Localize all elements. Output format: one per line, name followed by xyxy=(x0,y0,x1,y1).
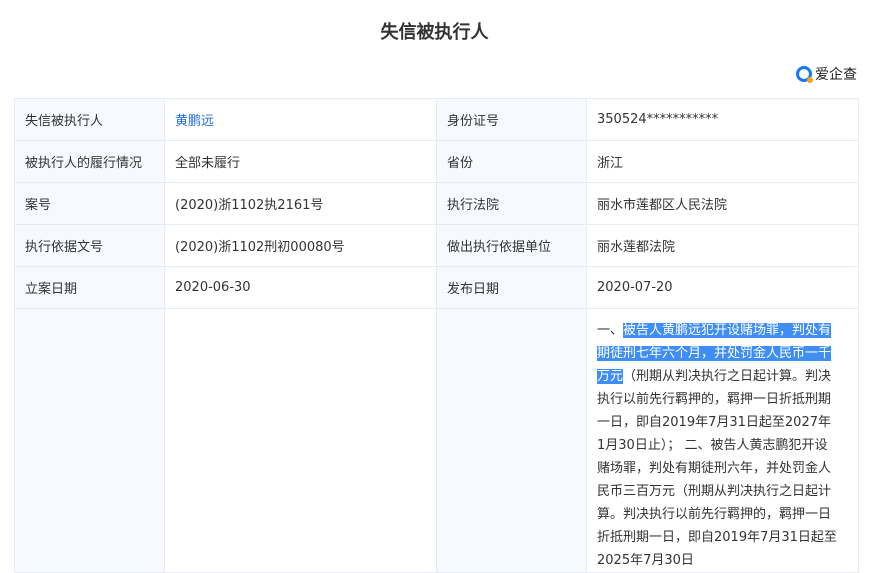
field-label: 被执行人的履行情况 xyxy=(14,140,165,183)
table-row: 立案日期 2020-06-30 发布日期 2020-07-20 xyxy=(14,266,859,309)
dishonest-info-table: 失信被执行人 黄鹏远 身份证号 350524*********** 被执行人的履… xyxy=(14,98,859,573)
search-logo-icon xyxy=(796,66,813,83)
legal-duty-text: 一、被告人黄鹏远犯开设赌场罪，判处有期徒刑七年六个月，并处罚金人民币一千万元（刑… xyxy=(597,309,837,572)
duty-prefix: 一、 xyxy=(597,323,624,338)
table-row: 被执行人的履行情况 全部未履行 省份 浙江 xyxy=(14,140,859,183)
field-value: 全部未履行 xyxy=(164,140,437,183)
field-value: 丽水莲都法院 xyxy=(586,224,859,267)
field-label: 案号 xyxy=(14,182,165,225)
aiqicha-logo[interactable]: 爱企查 xyxy=(796,64,857,84)
field-label: 立案日期 xyxy=(14,266,165,309)
field-value: 2020-06-30 xyxy=(164,266,437,309)
empty-value xyxy=(164,308,437,573)
field-label: 发布日期 xyxy=(436,266,587,309)
legal-duty-cell: 一、被告人黄鹏远犯开设赌场罪，判处有期徒刑七年六个月，并处罚金人民币一千万元（刑… xyxy=(586,308,859,573)
field-label: 执行法院 xyxy=(436,182,587,225)
field-label: 身份证号 xyxy=(436,98,587,141)
field-value: (2020)浙1102刑初00080号 xyxy=(164,224,437,267)
person-name-link[interactable]: 黄鹏远 xyxy=(164,98,437,141)
field-label: 省份 xyxy=(436,140,587,183)
field-value: 丽水市莲都区人民法院 xyxy=(586,182,859,225)
table-row: 一、被告人黄鹏远犯开设赌场罪，判处有期徒刑七年六个月，并处罚金人民币一千万元（刑… xyxy=(14,308,859,573)
logo-text: 爱企查 xyxy=(815,67,857,83)
duty-rest: （刑期从判决执行之日起计算。判决执行以前先行羁押的，羁押一日折抵刑期一日，即自2… xyxy=(597,369,837,568)
field-value: 350524*********** xyxy=(586,98,859,141)
field-label: 失信被执行人 xyxy=(14,98,165,141)
field-label: 执行依据文号 xyxy=(14,224,165,267)
table-row: 案号 (2020)浙1102执2161号 执行法院 丽水市莲都区人民法院 xyxy=(14,182,859,225)
field-value: (2020)浙1102执2161号 xyxy=(164,182,437,225)
table-row: 失信被执行人 黄鹏远 身份证号 350524*********** xyxy=(14,98,859,141)
empty-label xyxy=(436,308,587,573)
field-label: 做出执行依据单位 xyxy=(436,224,587,267)
table-row: 执行依据文号 (2020)浙1102刑初00080号 做出执行依据单位 丽水莲都… xyxy=(14,224,859,267)
field-value: 2020-07-20 xyxy=(586,266,859,309)
field-value: 浙江 xyxy=(586,140,859,183)
empty-label xyxy=(14,308,165,573)
page-title: 失信被执行人 xyxy=(380,22,489,43)
